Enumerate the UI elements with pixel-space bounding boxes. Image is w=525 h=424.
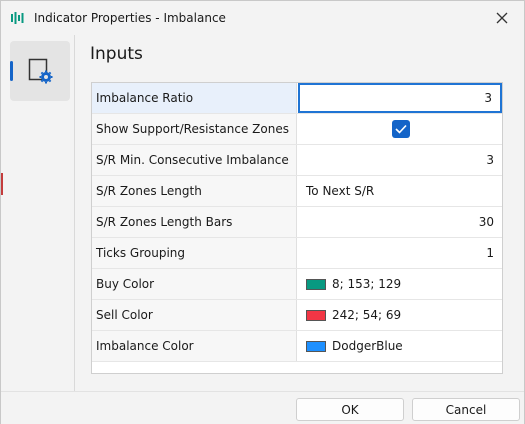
color-swatch bbox=[306, 278, 326, 290]
row-sr-zones-length-bars: S/R Zones Length Bars 30 bbox=[92, 207, 502, 238]
sr-zones-length-select[interactable]: To Next S/R bbox=[298, 176, 502, 206]
row-label: S/R Zones Length Bars bbox=[92, 207, 297, 237]
row-imbalance-ratio: Imbalance Ratio 3 bbox=[92, 83, 502, 114]
row-show-sr-zones: Show Support/Resistance Zones bbox=[92, 114, 502, 145]
checkmark-icon bbox=[395, 124, 407, 134]
color-swatch bbox=[306, 340, 326, 352]
ok-button[interactable]: OK bbox=[296, 398, 404, 421]
properties-grid: Imbalance Ratio 3 Show Support/Resistanc… bbox=[91, 82, 503, 374]
sr-min-consecutive-input[interactable]: 3 bbox=[298, 145, 502, 175]
row-label: Show Support/Resistance Zones bbox=[92, 114, 297, 144]
color-value: DodgerBlue bbox=[332, 339, 403, 353]
imbalance-ratio-input[interactable]: 3 bbox=[298, 83, 502, 113]
edge-marker bbox=[1, 173, 3, 195]
buy-color-picker[interactable]: 8; 153; 129 bbox=[298, 269, 502, 299]
row-label: S/R Zones Length bbox=[92, 176, 297, 206]
row-label: Sell Color bbox=[92, 300, 297, 330]
row-buy-color: Buy Color 8; 153; 129 bbox=[92, 269, 502, 300]
color-value: 242; 54; 69 bbox=[332, 308, 402, 322]
row-label: Imbalance Ratio bbox=[92, 83, 297, 113]
settings-page-icon bbox=[28, 58, 53, 84]
sr-zones-length-bars-input[interactable]: 30 bbox=[298, 207, 502, 237]
row-label: Imbalance Color bbox=[92, 331, 297, 361]
row-label: S/R Min. Consecutive Imbalance bbox=[92, 145, 297, 175]
row-sr-zones-length: S/R Zones Length To Next S/R bbox=[92, 176, 502, 207]
sidebar-tab-inputs[interactable] bbox=[10, 41, 70, 101]
color-value: 8; 153; 129 bbox=[332, 277, 402, 291]
show-sr-zones-checkbox[interactable] bbox=[392, 120, 410, 138]
app-logo-icon bbox=[11, 12, 24, 24]
cancel-button[interactable]: Cancel bbox=[412, 398, 520, 421]
selected-tab-indicator bbox=[10, 61, 13, 81]
close-icon bbox=[496, 12, 508, 24]
row-label: Ticks Grouping bbox=[92, 238, 297, 268]
imbalance-color-picker[interactable]: DodgerBlue bbox=[298, 331, 502, 361]
row-sr-min-consecutive: S/R Min. Consecutive Imbalance 3 bbox=[92, 145, 502, 176]
section-title: Inputs bbox=[90, 44, 143, 64]
row-label: Buy Color bbox=[92, 269, 297, 299]
indicator-properties-window: Indicator Properties - Imbalance Inputs … bbox=[0, 0, 525, 424]
sidebar bbox=[1, 35, 75, 391]
row-sell-color: Sell Color 242; 54; 69 bbox=[92, 300, 502, 331]
row-ticks-grouping: Ticks Grouping 1 bbox=[92, 238, 502, 269]
title-bar: Indicator Properties - Imbalance bbox=[1, 1, 524, 35]
close-button[interactable] bbox=[490, 7, 514, 29]
window-title: Indicator Properties - Imbalance bbox=[34, 11, 226, 25]
dialog-footer: OK Cancel bbox=[1, 391, 524, 424]
color-swatch bbox=[306, 309, 326, 321]
ticks-grouping-input[interactable]: 1 bbox=[298, 238, 502, 268]
sell-color-picker[interactable]: 242; 54; 69 bbox=[298, 300, 502, 330]
main-panel: Inputs Imbalance Ratio 3 Show Support/Re… bbox=[76, 35, 524, 391]
row-imbalance-color: Imbalance Color DodgerBlue bbox=[92, 331, 502, 362]
show-sr-zones-cell bbox=[298, 114, 502, 144]
